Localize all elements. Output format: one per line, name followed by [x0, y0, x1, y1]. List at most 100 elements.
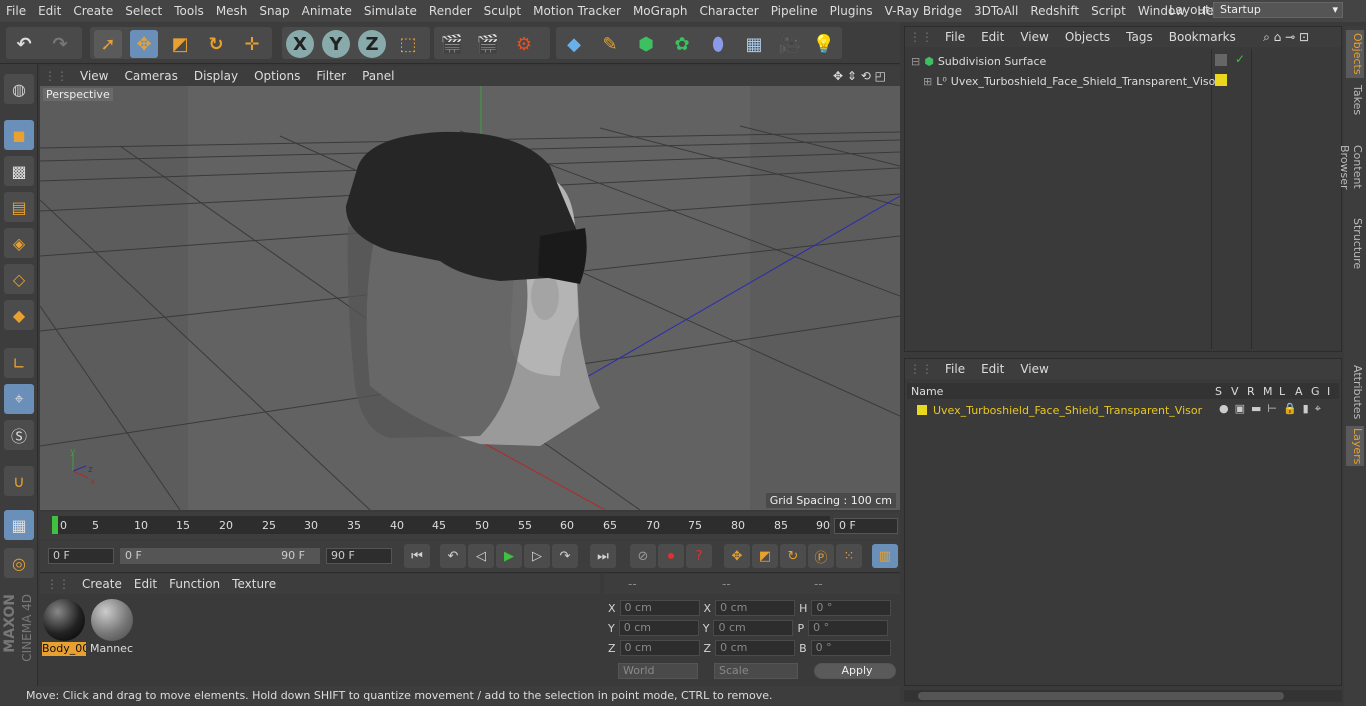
- size-x-field[interactable]: 0 cm: [715, 600, 796, 616]
- render-settings-icon[interactable]: ⚙: [510, 30, 538, 58]
- layer-menu-file[interactable]: File: [937, 362, 973, 376]
- snap-magnet-icon[interactable]: ∪: [4, 466, 34, 496]
- camera-icon[interactable]: 🎥: [776, 30, 804, 58]
- rotation-p-field[interactable]: 0 °: [808, 620, 889, 636]
- workplane-icon[interactable]: ▤: [4, 192, 34, 222]
- tab-objects[interactable]: Objects: [1346, 30, 1364, 78]
- axis-mode-icon[interactable]: ∟: [4, 348, 34, 378]
- object-row[interactable]: ⊟ ⬢ Subdivision Surface: [911, 52, 1046, 70]
- next-key-icon[interactable]: ↷: [552, 544, 578, 568]
- scrollbar-thumb[interactable]: [918, 692, 1284, 700]
- end-frame-field[interactable]: 90 F: [326, 548, 392, 564]
- vp-menu-panel[interactable]: Panel: [354, 69, 402, 83]
- mat-menu-create[interactable]: Create: [76, 577, 128, 591]
- record-keyframe-disabled-icon[interactable]: ⊘: [630, 544, 656, 568]
- start-frame-field[interactable]: 0 F: [48, 548, 114, 564]
- floor-icon[interactable]: ▦: [740, 30, 768, 58]
- material-swatch[interactable]: Body_00: [42, 598, 86, 656]
- tab-structure[interactable]: Structure: [1346, 216, 1364, 272]
- search-home-icons[interactable]: ⌕ ⌂ ⊸ ⊡: [1255, 30, 1317, 45]
- layer-menu-view[interactable]: View: [1012, 362, 1056, 376]
- collapse-icon[interactable]: ⊟: [911, 55, 920, 68]
- autokey-icon[interactable]: ⏺: [658, 544, 684, 568]
- editor-visible-toggle[interactable]: [1215, 54, 1227, 66]
- tab-takes[interactable]: Takes: [1346, 82, 1364, 118]
- vp-menu-view[interactable]: View: [72, 69, 116, 83]
- menu-mograph[interactable]: MoGraph: [627, 4, 694, 18]
- menu-sculpt[interactable]: Sculpt: [478, 4, 527, 18]
- key-position-icon[interactable]: ✥: [724, 544, 750, 568]
- menu-script[interactable]: Script: [1085, 4, 1132, 18]
- menu-edit[interactable]: Edit: [32, 4, 67, 18]
- cloner-icon[interactable]: ✿: [668, 30, 696, 58]
- rotation-h-field[interactable]: 0 °: [811, 600, 892, 616]
- layer-flag-icons[interactable]: ●▣▬⊢🔒▮⌖: [1219, 402, 1327, 416]
- x-axis-lock-icon[interactable]: X: [286, 30, 314, 58]
- horizontal-scrollbar[interactable]: [904, 690, 1342, 702]
- menu-tools[interactable]: Tools: [168, 4, 210, 18]
- menu-snap[interactable]: Snap: [253, 4, 295, 18]
- viewport[interactable]: y z x Perspective Grid Spacing : 100 cm: [40, 86, 900, 510]
- deformer-icon[interactable]: ⬮: [704, 30, 732, 58]
- select-cursor-icon[interactable]: ➚: [94, 30, 122, 58]
- menu-motion-tracker[interactable]: Motion Tracker: [527, 4, 627, 18]
- vp-menu-display[interactable]: Display: [186, 69, 246, 83]
- object-row[interactable]: ⊞ L⁰ Uvex_Turboshield_Face_Shield_Transp…: [923, 72, 1220, 90]
- material-swatch[interactable]: Mannec: [90, 598, 134, 656]
- render-view-icon[interactable]: 🎬: [438, 30, 466, 58]
- layer-menu-edit[interactable]: Edit: [973, 362, 1012, 376]
- key-parameter-icon[interactable]: Ⓟ: [808, 544, 834, 568]
- obj-menu-bookmarks[interactable]: Bookmarks: [1161, 30, 1244, 44]
- planar-workplane-icon[interactable]: ◎: [4, 548, 34, 578]
- key-rotation-icon[interactable]: ↻: [780, 544, 806, 568]
- menu-create[interactable]: Create: [67, 4, 119, 18]
- position-x-field[interactable]: 0 cm: [619, 600, 700, 616]
- size-y-field[interactable]: 0 cm: [713, 620, 794, 636]
- workplane-lock-icon[interactable]: ▦: [4, 510, 34, 540]
- apply-button[interactable]: Apply: [814, 663, 896, 679]
- scale-icon[interactable]: ◩: [166, 30, 194, 58]
- tab-layers[interactable]: Layers: [1346, 426, 1364, 466]
- layer-color-swatch[interactable]: [1215, 74, 1227, 86]
- subdivision-icon[interactable]: ⬢: [632, 30, 660, 58]
- scale-dropdown[interactable]: Scale: [714, 663, 798, 679]
- polygons-mode-icon[interactable]: ◆: [4, 300, 34, 330]
- z-axis-lock-icon[interactable]: Z: [358, 30, 386, 58]
- object-name[interactable]: Uvex_Turboshield_Face_Shield_Transparent…: [951, 75, 1220, 88]
- go-to-start-icon[interactable]: ⏮: [404, 544, 430, 568]
- menu-redshift[interactable]: Redshift: [1024, 4, 1085, 18]
- menu-file[interactable]: File: [0, 4, 32, 18]
- redo-icon[interactable]: ↷: [46, 30, 74, 58]
- previous-frame-icon[interactable]: ◁: [468, 544, 494, 568]
- obj-menu-edit[interactable]: Edit: [973, 30, 1012, 44]
- transform-icon[interactable]: ✛: [238, 30, 266, 58]
- vp-menu-cameras[interactable]: Cameras: [116, 69, 185, 83]
- mat-menu-edit[interactable]: Edit: [128, 577, 163, 591]
- enabled-check-icon[interactable]: ✓: [1235, 52, 1245, 66]
- position-y-field[interactable]: 0 cm: [618, 620, 699, 636]
- obj-menu-objects[interactable]: Objects: [1057, 30, 1118, 44]
- menu-mesh[interactable]: Mesh: [210, 4, 254, 18]
- pen-icon[interactable]: ✎: [596, 30, 624, 58]
- current-frame-field[interactable]: 0 F: [834, 518, 898, 534]
- obj-menu-file[interactable]: File: [937, 30, 973, 44]
- mat-menu-texture[interactable]: Texture: [226, 577, 282, 591]
- undo-icon[interactable]: ↶: [10, 30, 38, 58]
- cube-icon[interactable]: ◆: [560, 30, 588, 58]
- render-picture-viewer-icon[interactable]: 🎬: [474, 30, 502, 58]
- go-to-end-icon[interactable]: ⏭: [590, 544, 616, 568]
- layer-name[interactable]: Uvex_Turboshield_Face_Shield_Transparent…: [933, 404, 1202, 417]
- move-icon[interactable]: ✥: [130, 30, 158, 58]
- world-dropdown[interactable]: World: [618, 663, 698, 679]
- texture-mode-icon[interactable]: ▩: [4, 156, 34, 186]
- viewport-camera-label[interactable]: Perspective: [43, 88, 113, 101]
- coordinate-system-icon[interactable]: ⬚: [394, 30, 422, 58]
- y-axis-lock-icon[interactable]: Y: [322, 30, 350, 58]
- previous-key-icon[interactable]: ↶: [440, 544, 466, 568]
- tab-content-browser[interactable]: Content Browser: [1338, 122, 1364, 212]
- menu-select[interactable]: Select: [119, 4, 168, 18]
- expand-icon[interactable]: ⊞: [923, 75, 932, 88]
- menu-pipeline[interactable]: Pipeline: [765, 4, 824, 18]
- timeline-window-icon[interactable]: ▥: [872, 544, 898, 568]
- rotation-b-field[interactable]: 0 °: [810, 640, 891, 656]
